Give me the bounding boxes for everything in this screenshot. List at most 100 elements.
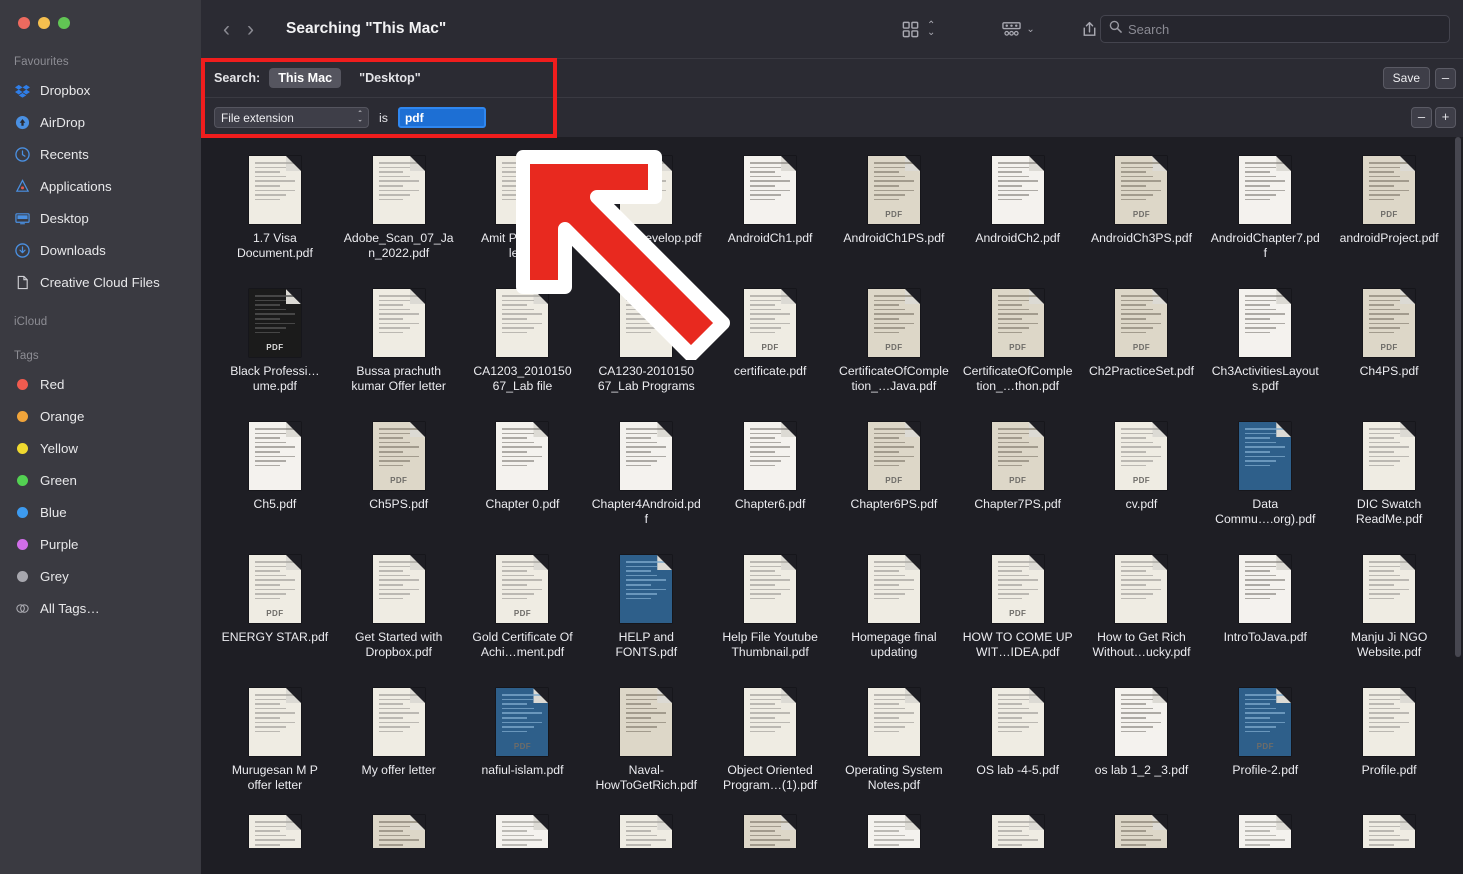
file-item-partial[interactable] [832, 808, 956, 848]
file-item[interactable]: Operating System Notes.pdf [832, 675, 956, 808]
view-sort-chevrons-icon[interactable]: ⌃ ⌄ [927, 21, 935, 38]
file-item[interactable]: PDF androidProject.pdf [1327, 143, 1451, 276]
file-item[interactable]: Object Oriented Program…(1).pdf [708, 675, 832, 808]
file-item[interactable]: Chapter4Android.pdf [584, 409, 708, 542]
file-item[interactable]: Manju Ji NGO Website.pdf [1327, 542, 1451, 675]
sidebar-item-tag-blue[interactable]: Blue [0, 496, 201, 528]
file-item-partial[interactable] [956, 808, 1080, 848]
file-item[interactable]: Adobe_Scan_07_Jan_2022.pdf [337, 143, 461, 276]
scope-desktop[interactable]: "Desktop" [350, 68, 430, 88]
file-item-partial[interactable] [1203, 808, 1327, 848]
file-item[interactable]: AndroidChapter7.pdf [1203, 143, 1327, 276]
file-item-partial[interactable] [461, 808, 585, 848]
file-item-partial[interactable] [708, 808, 832, 848]
search-input[interactable]: Search [1128, 22, 1169, 37]
file-item[interactable]: HELP and FONTS.pdf [584, 542, 708, 675]
file-item[interactable]: My offer letter [337, 675, 461, 808]
file-item[interactable]: PDF certificate.pdf [708, 276, 832, 409]
file-item[interactable]: Ch3ActivitiesLayouts.pdf [1203, 276, 1327, 409]
scope-this-mac[interactable]: This Mac [269, 68, 342, 88]
file-item[interactable]: Data Commu….org).pdf [1203, 409, 1327, 542]
sidebar-item-desktop[interactable]: Desktop [0, 202, 201, 234]
remove-rule-button[interactable]: – [1411, 107, 1432, 128]
sidebar-item-airdrop[interactable]: AirDrop [0, 106, 201, 138]
file-item[interactable]: OS lab -4-5.pdf [956, 675, 1080, 808]
file-item[interactable]: PDF Chapter6PS.pdf [832, 409, 956, 542]
file-item[interactable]: Get Started with Dropbox.pdf [337, 542, 461, 675]
grid-view-icon[interactable] [901, 20, 920, 39]
sidebar-item-all-tags[interactable]: All Tags… [0, 592, 201, 624]
file-item[interactable]: Chapter6.pdf [708, 409, 832, 542]
file-item[interactable]: IntroToJava.pdf [1203, 542, 1327, 675]
save-button[interactable]: Save [1382, 67, 1430, 89]
sidebar-item-tag-red[interactable]: Red [0, 368, 201, 400]
file-item[interactable]: PDF Ch2PracticeSet.pdf [1080, 276, 1204, 409]
file-item[interactable]: Help File Youtube Thumbnail.pdf [708, 542, 832, 675]
document-icon [1115, 688, 1168, 756]
vertical-scrollbar[interactable] [1455, 137, 1461, 657]
zoom-button[interactable] [58, 17, 70, 29]
search-field[interactable]: Search [1100, 15, 1450, 43]
add-rule-button[interactable]: + [1435, 107, 1456, 128]
sidebar-item-applications[interactable]: Applications [0, 170, 201, 202]
file-item[interactable]: PDF CertificateOfCompletion_…Java.pdf [832, 276, 956, 409]
file-item[interactable]: PDF ENERGY STAR.pdf [213, 542, 337, 675]
file-item[interactable]: AndroidCh1.pdf [708, 143, 832, 276]
file-item[interactable]: PDF Gold Certificate Of Achi…ment.pdf [461, 542, 585, 675]
file-item[interactable]: PDF nafiul-islam.pdf [461, 675, 585, 808]
file-item[interactable]: PDF Black Professi…ume.pdf [213, 276, 337, 409]
file-item[interactable]: DIC Swatch ReadMe.pdf [1327, 409, 1451, 542]
remove-saved-search-button[interactable]: – [1435, 68, 1456, 89]
file-item[interactable]: 1.7 Visa Document.pdf [213, 143, 337, 276]
sidebar-item-dropbox[interactable]: Dropbox [0, 74, 201, 106]
file-item[interactable]: os lab 1_2 _3.pdf [1080, 675, 1204, 808]
file-item-partial[interactable] [337, 808, 461, 848]
sidebar-item-tag-purple[interactable]: Purple [0, 528, 201, 560]
file-item[interactable]: Naval-HowToGetRich.pdf [584, 675, 708, 808]
sidebar-item-tag-yellow[interactable]: Yellow [0, 432, 201, 464]
file-item[interactable]: CA1230-2010150 67_Lab Programs [584, 276, 708, 409]
toolbar: ‹ › Searching "This Mac" ⌃ ⌄ ⌄ Search [201, 0, 1463, 59]
minimize-button[interactable] [38, 17, 50, 29]
file-item[interactable]: PDF AndroidCh1PS.pdf [832, 143, 956, 276]
share-icon[interactable] [1080, 20, 1099, 39]
sidebar-item-tag-orange[interactable]: Orange [0, 400, 201, 432]
file-item[interactable]: PDF CertificateOfCompletion_…thon.pdf [956, 276, 1080, 409]
chevron-down-icon[interactable]: ⌄ [1026, 24, 1034, 35]
file-item[interactable]: How to Get Rich Without…ucky.pdf [1080, 542, 1204, 675]
file-item-partial[interactable] [584, 808, 708, 848]
file-item[interactable]: PDF Ch5PS.pdf [337, 409, 461, 542]
group-by-icon[interactable] [1001, 20, 1022, 39]
file-item[interactable]: Profile.pdf [1327, 675, 1451, 808]
sidebar-item-recents[interactable]: Recents [0, 138, 201, 170]
file-item[interactable]: Chapter 0.pdf [461, 409, 585, 542]
file-item[interactable]: PDF AndroidCh3PS.pdf [1080, 143, 1204, 276]
file-item[interactable]: PDF HOW TO COME UP WIT…IDEA.pdf [956, 542, 1080, 675]
file-grid-container[interactable]: 1.7 Visa Document.pdf Adobe_Scan_07_Jan_2… [201, 137, 1463, 874]
file-item[interactable]: Bussa prachuth kumar Offer letter [337, 276, 461, 409]
file-item-partial[interactable] [213, 808, 337, 848]
file-item[interactable]: CA1203_2010150 67_Lab file [461, 276, 585, 409]
file-item[interactable]: Amit Patel offer letter [461, 143, 585, 276]
pdf-badge: PDF [513, 609, 532, 618]
forward-button[interactable]: › [247, 19, 254, 40]
sidebar-item-downloads[interactable]: Downloads [0, 234, 201, 266]
file-item[interactable]: PDF cv.pdf [1080, 409, 1204, 542]
file-item[interactable]: PDF Profile-2.pdf [1203, 675, 1327, 808]
sidebar-item-tag-green[interactable]: Green [0, 464, 201, 496]
file-item-partial[interactable] [1327, 808, 1451, 848]
close-button[interactable] [18, 17, 30, 29]
file-item[interactable]: Homepage final updating [832, 542, 956, 675]
file-item[interactable]: PDF Ch4PS.pdf [1327, 276, 1451, 409]
file-item[interactable]: Murugesan M P offer letter [213, 675, 337, 808]
file-item[interactable]: Ch5.pdf [213, 409, 337, 542]
value-input[interactable]: pdf [397, 107, 486, 128]
attribute-select[interactable]: File extension ⌃ ⌄ [214, 107, 369, 128]
sidebar-item-creative-cloud-files[interactable]: Creative Cloud Files [0, 266, 201, 298]
file-item[interactable]: Android Develop.pdf [584, 143, 708, 276]
sidebar-item-tag-grey[interactable]: Grey [0, 560, 201, 592]
file-item[interactable]: PDF Chapter7PS.pdf [956, 409, 1080, 542]
file-item-partial[interactable] [1080, 808, 1204, 848]
back-button[interactable]: ‹ [223, 19, 230, 40]
file-item[interactable]: AndroidCh2.pdf [956, 143, 1080, 276]
